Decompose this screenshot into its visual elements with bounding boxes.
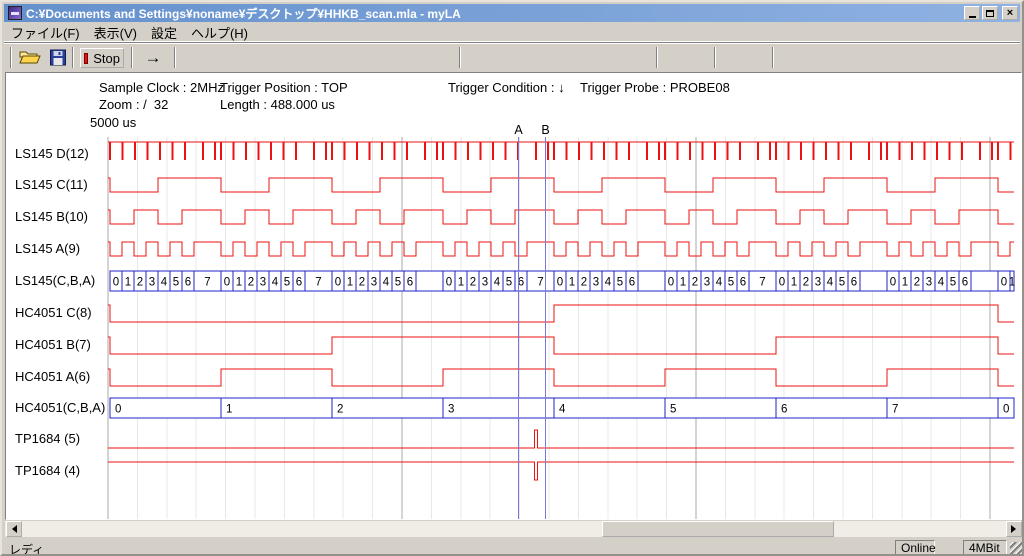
menu-help[interactable]: ヘルプ(H) — [184, 21, 255, 44]
open-file-icon[interactable] — [19, 49, 41, 66]
stop-button[interactable]: Stop — [80, 48, 124, 68]
status-memory-badge: 4MBit — [963, 540, 1007, 555]
trigger-position-info: Trigger Position : TOP — [220, 80, 348, 95]
toolbar-separator — [772, 47, 774, 68]
memory-label: 4MBit — [969, 541, 1000, 555]
zoom-info: Zoom : / 32 — [99, 97, 168, 112]
scroll-right-button[interactable] — [1006, 521, 1022, 537]
toolbar-separator — [714, 47, 716, 68]
run-arrow-button[interactable]: → — [136, 46, 170, 69]
minimize-button[interactable] — [964, 6, 980, 20]
menu-file[interactable]: ファイル(F) — [4, 21, 87, 44]
status-online-badge: Online — [895, 540, 935, 555]
status-ready-text: レディ — [9, 541, 44, 556]
app-window: C:¥Documents and Settings¥noname¥デスクトップ¥… — [0, 0, 1024, 556]
scroll-right-icon — [1011, 525, 1020, 533]
waveform-client-area — [5, 72, 1022, 520]
title-bar: C:¥Documents and Settings¥noname¥デスクトップ¥… — [4, 4, 1020, 22]
trigger-condition-info: Trigger Condition : ↓ — [448, 80, 565, 95]
save-icon[interactable] — [49, 49, 67, 66]
length-info: Length : 488.000 us — [220, 97, 335, 112]
scroll-left-button[interactable] — [6, 521, 22, 537]
window-title: C:¥Documents and Settings¥noname¥デスクトップ¥… — [26, 5, 960, 22]
scroll-left-icon — [8, 525, 17, 533]
time-scale-label: 5000 us — [90, 115, 136, 130]
sample-clock-info: Sample Clock : 2MHz — [99, 80, 224, 95]
toolbar-separator — [656, 47, 658, 68]
hscroll-thumb[interactable] — [602, 521, 834, 537]
trigger-probe-info: Trigger Probe : PROBE08 — [580, 80, 730, 95]
toolbar-separator — [459, 47, 461, 68]
close-icon: × — [1007, 8, 1013, 19]
toolbar-separator — [174, 47, 176, 68]
toolbar-gripper — [10, 47, 12, 68]
toolbar: Stop → 100MHz TOP ↑ PROBE00 − + AB ←A — [4, 42, 1020, 71]
minimize-icon — [969, 16, 976, 18]
menu-settings[interactable]: 設定 — [144, 21, 184, 44]
toolbar-separator — [131, 47, 133, 68]
stop-label: Stop — [93, 51, 120, 66]
horizontal-scrollbar[interactable] — [5, 521, 1023, 537]
maximize-icon — [986, 10, 994, 17]
toolbar-separator — [72, 47, 74, 68]
menu-view[interactable]: 表示(V) — [87, 21, 144, 44]
maximize-button[interactable] — [982, 6, 998, 20]
online-label: Online — [901, 541, 936, 555]
stop-icon — [84, 53, 88, 64]
menu-bar: ファイル(F) 表示(V) 設定 ヘルプ(H) — [4, 23, 1020, 42]
close-button[interactable]: × — [1002, 6, 1018, 20]
resize-grip[interactable] — [1010, 542, 1023, 555]
status-bar: レディ Online 4MBit — [5, 540, 1023, 556]
app-icon — [8, 6, 22, 20]
